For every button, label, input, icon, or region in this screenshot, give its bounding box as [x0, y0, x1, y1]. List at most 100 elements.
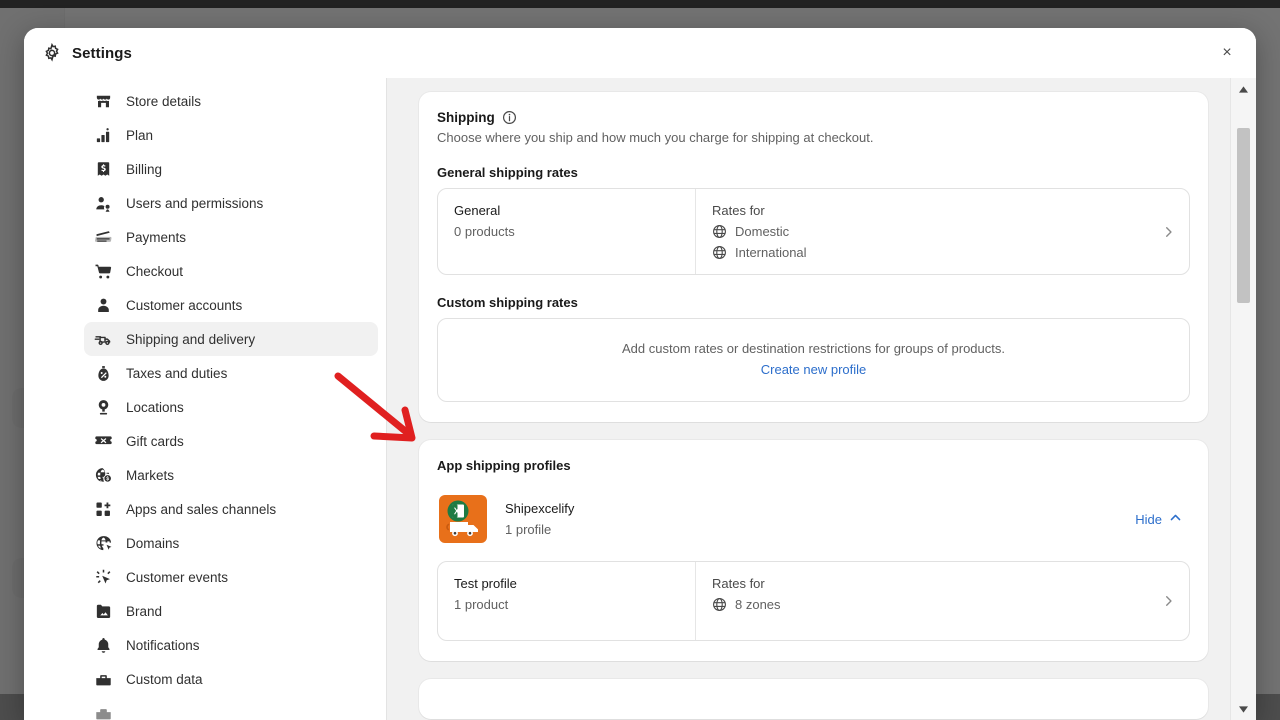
modal-body: Store details Plan Billing Users and per…: [24, 78, 1256, 720]
close-icon[interactable]: ×: [1214, 40, 1240, 66]
users-icon: [94, 194, 113, 213]
sidebar-item-apps-and-sales-channels[interactable]: Apps and sales channels: [84, 492, 378, 526]
custom-rates-empty-text: Add custom rates or destination restrict…: [622, 341, 1005, 356]
zone-label: 8 zones: [735, 597, 781, 612]
location-pin-icon: [94, 398, 113, 417]
shipexcelify-app-icon: [439, 495, 487, 543]
sidebar-item-label: Store details: [126, 93, 202, 109]
shipping-title: Shipping: [437, 110, 495, 125]
chevron-up-icon: [1169, 511, 1182, 527]
rates-for-label: Rates for: [712, 203, 765, 218]
sidebar-item-domains[interactable]: Domains: [84, 526, 378, 560]
chevron-right-icon: [1162, 595, 1175, 608]
database-icon: [94, 670, 113, 689]
sidebar-item-taxes-and-duties[interactable]: Taxes and duties: [84, 356, 378, 390]
globe-dollar-icon: [94, 466, 113, 485]
sidebar-item-customer-accounts[interactable]: Customer accounts: [84, 288, 378, 322]
app-shipping-profiles-title: App shipping profiles: [437, 458, 571, 473]
sidebar-item-store-details[interactable]: Store details: [84, 84, 378, 118]
hide-toggle-button[interactable]: Hide: [1129, 507, 1188, 531]
sidebar-item-label: Plan: [126, 127, 154, 143]
store-icon: [94, 92, 113, 111]
chevron-right-icon: [1162, 225, 1175, 238]
sidebar-item-label: Notifications: [126, 637, 200, 653]
sidebar-item-notifications[interactable]: Notifications: [84, 628, 378, 662]
database-icon: [94, 704, 113, 720]
app-profile-card-test-profile[interactable]: Test profile 1 product Rates for 8 zones: [437, 561, 1190, 641]
app-profile-count: 1 profile: [505, 522, 552, 537]
shipping-panel: Shipping Choose where you ship and how m…: [419, 92, 1208, 422]
sidebar-item-label: Shipping and delivery: [126, 331, 256, 347]
sidebar-item-customer-events[interactable]: Customer events: [84, 560, 378, 594]
app-shipping-profiles-panel: App shipping profiles Shipexcelify 1 pro…: [419, 440, 1208, 661]
app-row-shipexcelify: Shipexcelify 1 profile Hide: [437, 495, 1190, 543]
sidebar-item-label: Apps and sales channels: [126, 501, 277, 517]
receipt-icon: [94, 160, 113, 179]
apps-grid-icon: [94, 500, 113, 519]
modal-header: Settings ×: [24, 28, 1256, 78]
bell-icon: [94, 636, 113, 655]
app-name: Shipexcelify: [505, 501, 575, 516]
scroll-up-arrow-icon[interactable]: [1231, 80, 1256, 98]
sidebar-item-locations[interactable]: Locations: [84, 390, 378, 424]
sidebar-item-label: Customer events: [126, 569, 229, 585]
zone-label: International: [735, 245, 807, 260]
content-scroll-area: Shipping Choose where you ship and how m…: [387, 78, 1230, 720]
create-new-profile-link[interactable]: Create new profile: [761, 362, 867, 377]
scroll-down-arrow-icon[interactable]: [1231, 700, 1256, 718]
sidebar-item-label: Brand: [126, 603, 163, 619]
sidebar-item-label: Locations: [126, 399, 184, 415]
sidebar-item-markets[interactable]: Markets: [84, 458, 378, 492]
gift-card-icon: [94, 432, 113, 451]
zone-row: International: [712, 245, 1173, 260]
sidebar-item-checkout[interactable]: Checkout: [84, 254, 378, 288]
shipping-description: Choose where you ship and how much you c…: [437, 130, 874, 145]
shipping-heading-row: Shipping: [437, 110, 1190, 125]
app-profile-rates: Rates for 8 zones: [696, 562, 1189, 640]
sidebar-item-shipping-and-delivery[interactable]: Shipping and delivery: [84, 322, 378, 356]
browser-top-strip: [0, 0, 1280, 8]
content-scrollbar[interactable]: [1230, 78, 1256, 720]
general-profile-card[interactable]: General 0 products Rates for Domestic In…: [437, 188, 1190, 275]
zone-label: Domestic: [735, 224, 790, 239]
sidebar-item-label: Payments: [126, 229, 187, 245]
next-panel-partial: [419, 679, 1208, 719]
sidebar-item-label: Gift cards: [126, 433, 184, 449]
globe-icon: [712, 597, 727, 612]
cart-icon: [94, 262, 113, 281]
sidebar-item-users-and-permissions[interactable]: Users and permissions: [84, 186, 378, 220]
general-profile-products: 0 products: [454, 224, 515, 239]
app-profile-name: Test profile: [454, 576, 517, 591]
sidebar-item-billing[interactable]: Billing: [84, 152, 378, 186]
sidebar-item-label: Custom data: [126, 671, 203, 687]
sidebar-item-label: Domains: [126, 535, 180, 551]
sidebar-item-label: Checkout: [126, 263, 184, 279]
settings-content: Shipping Choose where you ship and how m…: [387, 78, 1256, 720]
sidebar-item-label: Users and permissions: [126, 195, 264, 211]
tax-icon: [94, 364, 113, 383]
sidebar-item-payments[interactable]: Payments: [84, 220, 378, 254]
sidebar-item-custom-data[interactable]: Custom data: [84, 662, 378, 696]
general-profile-name: General: [454, 203, 501, 218]
sidebar-item-label: Taxes and duties: [126, 365, 228, 381]
zone-row: Domestic: [712, 224, 1173, 239]
sidebar-item-brand[interactable]: Brand: [84, 594, 378, 628]
app-profile-info: Test profile 1 product: [438, 562, 696, 640]
gear-icon: [42, 42, 62, 63]
delivery-truck-icon: [94, 330, 113, 349]
sidebar-item-partial[interactable]: [84, 696, 378, 720]
domain-globe-icon: [94, 534, 113, 553]
app-profile-products: 1 product: [454, 597, 509, 612]
info-icon[interactable]: [502, 110, 517, 125]
zone-row: 8 zones: [712, 597, 1173, 612]
sidebar-item-plan[interactable]: Plan: [84, 118, 378, 152]
general-profile-info: General 0 products: [438, 189, 696, 274]
custom-shipping-rates-title: Custom shipping rates: [437, 295, 578, 310]
sidebar-item-label: Markets: [126, 467, 175, 483]
sidebar-item-label: Billing: [126, 161, 163, 177]
scrollbar-thumb[interactable]: [1237, 128, 1250, 303]
globe-icon: [712, 245, 727, 260]
general-shipping-rates-title: General shipping rates: [437, 165, 578, 180]
sidebar-item-gift-cards[interactable]: Gift cards: [84, 424, 378, 458]
person-icon: [94, 296, 113, 315]
